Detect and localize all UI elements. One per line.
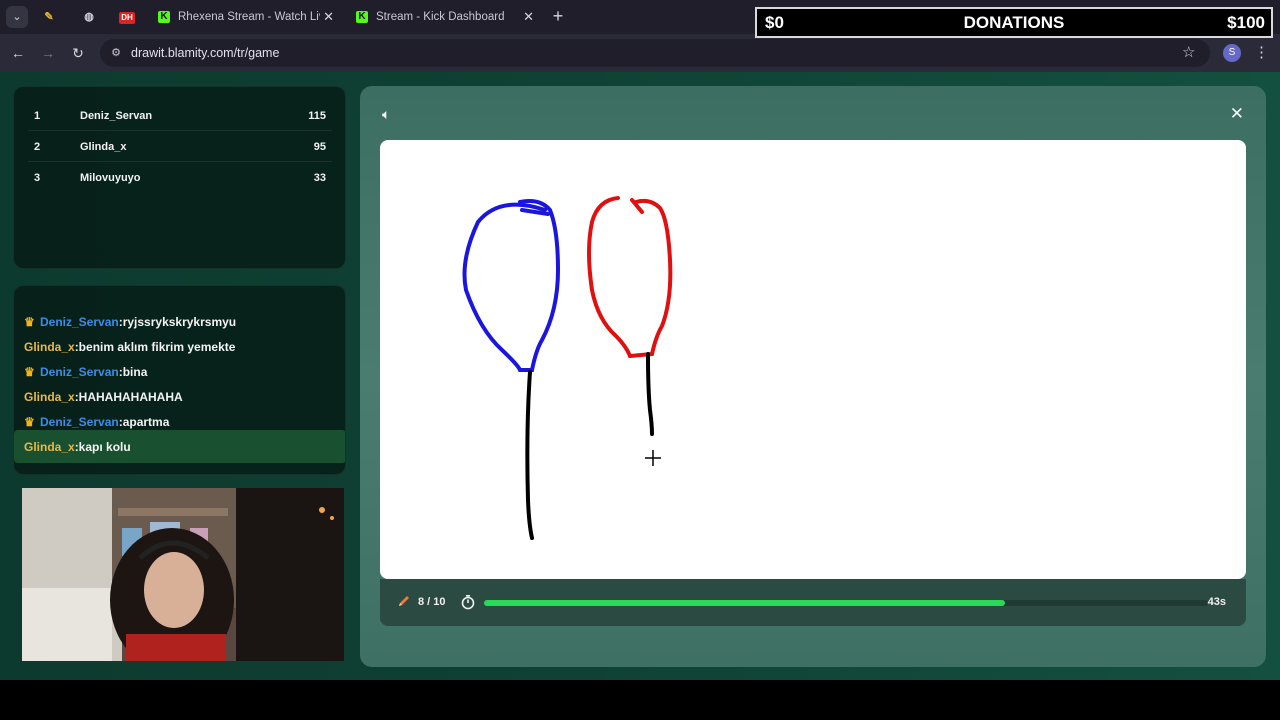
kick-icon: K <box>158 11 170 23</box>
donations-current: $0 <box>765 13 784 32</box>
globe-icon: ◍ <box>84 11 94 23</box>
chat-text: :benim aklım fikrim yemekte <box>74 340 236 354</box>
chat-message: ♛ Deniz_Servan:ryjssrykskrykrsmyu <box>24 310 344 334</box>
leaderboard-panel: 1 Deniz_Servan 115 2 Glinda_x 95 3 Milov… <box>13 86 346 269</box>
player-name: Deniz_Servan <box>80 110 153 122</box>
rank: 3 <box>34 172 41 184</box>
bookmark-star-icon[interactable]: ☆ <box>1182 43 1195 63</box>
pencil-icon <box>399 596 409 606</box>
new-tab-button[interactable]: + <box>548 6 568 26</box>
time-left: 43s <box>1207 596 1226 608</box>
crown-icon: ♛ <box>24 365 35 379</box>
address-bar: ← → ↻ ⚙ drawit.blamity.com/tr/game ☆ S ⋮ <box>0 34 1280 72</box>
rank: 1 <box>34 110 41 122</box>
crown-icon: ♛ <box>24 415 35 429</box>
pinned-tab-app[interactable]: ✎ <box>34 6 64 28</box>
chat-panel: ♛ Deniz_Servan:ryjssrykskrykrsmyu Glinda_… <box>13 285 346 475</box>
leaderboard-row: 1 Deniz_Servan 115 <box>28 101 332 131</box>
chat-username: Deniz_Servan <box>40 415 119 429</box>
player-points: 95 <box>313 141 326 153</box>
crosshair-cursor <box>645 450 661 466</box>
leaderboard-row: 2 Glinda_x 95 <box>28 132 332 162</box>
crown-icon: ♛ <box>24 315 35 329</box>
chat-text: :ryjssrykskrykrsmyu <box>118 315 237 329</box>
url-text: drawit.blamity.com/tr/game <box>131 46 280 60</box>
site-info-icon[interactable]: ⚙ <box>108 45 124 61</box>
game-footer: 8 / 10 43s <box>380 579 1246 626</box>
chat-message: Glinda_x:benim aklım fikrim yemekte <box>24 335 344 359</box>
back-button[interactable]: ← <box>8 43 28 63</box>
webcam-image <box>22 488 344 661</box>
chat-username: Glinda_x <box>24 390 75 404</box>
red-balloon-string <box>646 352 654 436</box>
blue-balloon-string <box>525 370 534 540</box>
player-points: 115 <box>308 110 326 122</box>
chat-text: :kapı kolu <box>74 440 131 454</box>
chat-message: Glinda_x:HAHAHAHAHAHA <box>24 385 344 409</box>
chat-message: Glinda_x:kapı kolu <box>24 435 344 459</box>
arrow-right-icon: → <box>41 45 55 61</box>
player-points: 33 <box>313 172 326 184</box>
donations-goal: $100 <box>1227 13 1265 32</box>
tab-rhexena-stream[interactable]: K Rhexena Stream - Watch Live o ✕ <box>148 4 342 30</box>
app-icon: ✎ <box>44 11 54 23</box>
round-counter: 8 / 10 <box>418 596 446 608</box>
player-name: Milovuyuyo <box>80 172 141 184</box>
url-field[interactable]: ⚙ drawit.blamity.com/tr/game <box>100 39 1210 67</box>
webcam-feed <box>22 488 344 661</box>
close-tab-icon[interactable]: ✕ <box>523 4 534 30</box>
blue-balloon-stroke <box>462 199 561 372</box>
profile-avatar[interactable]: S <box>1223 44 1241 62</box>
red-balloon-stroke <box>587 196 673 359</box>
close-tab-icon[interactable]: ✕ <box>323 4 334 30</box>
chat-username: Deniz_Servan <box>40 315 119 329</box>
leaderboard-row: 3 Milovuyuyo 33 <box>28 163 332 193</box>
pinned-tab-web[interactable]: ◍ <box>74 6 104 28</box>
donations-overlay: DONATIONS $0 $100 <box>755 7 1273 38</box>
stopwatch-icon <box>461 594 475 610</box>
chat-text: :bina <box>118 365 148 379</box>
speaker-icon[interactable]: 🔈︎ <box>382 106 390 123</box>
arrow-left-icon: ← <box>11 45 25 61</box>
chat-message: ♛ Deniz_Servan:bina <box>24 360 344 384</box>
game-panel: 🔈︎ ✕ 8 / 10 43s <box>360 86 1266 667</box>
tab-title: Rhexena Stream - Watch Live o <box>178 11 320 23</box>
dh-icon: DH <box>119 12 135 24</box>
tab-search-button[interactable]: ⌄ <box>6 6 28 28</box>
chat-message: ♛ Deniz_Servan:apartma <box>24 410 344 434</box>
taskbar-area <box>0 680 1280 720</box>
donations-title: DONATIONS <box>963 13 1065 32</box>
time-progress-fill <box>484 600 1006 606</box>
player-name: Glinda_x <box>80 141 127 153</box>
time-progress-bar <box>484 600 1208 606</box>
drawing-canvas[interactable] <box>380 140 1246 579</box>
rank: 2 <box>34 141 41 153</box>
pinned-tab-dh[interactable]: DH <box>112 6 142 28</box>
reload-button[interactable]: ↻ <box>68 43 88 63</box>
chat-text: :apartma <box>118 415 170 429</box>
chat-text: :HAHAHAHAHAHA <box>74 390 183 404</box>
chat-username: Glinda_x <box>24 340 75 354</box>
chat-username: Glinda_x <box>24 440 75 454</box>
close-icon[interactable]: ✕ <box>1230 104 1244 124</box>
reload-icon: ↻ <box>72 45 84 61</box>
menu-icon[interactable]: ⋮ <box>1254 43 1269 63</box>
drawing <box>462 196 673 540</box>
tab-title: Stream - Kick Dashboard <box>376 11 505 23</box>
tab-kick-dashboard[interactable]: K Stream - Kick Dashboard ✕ <box>346 4 542 30</box>
chat-username: Deniz_Servan <box>40 365 119 379</box>
forward-button[interactable]: → <box>38 43 58 63</box>
kick-icon: K <box>356 11 368 23</box>
